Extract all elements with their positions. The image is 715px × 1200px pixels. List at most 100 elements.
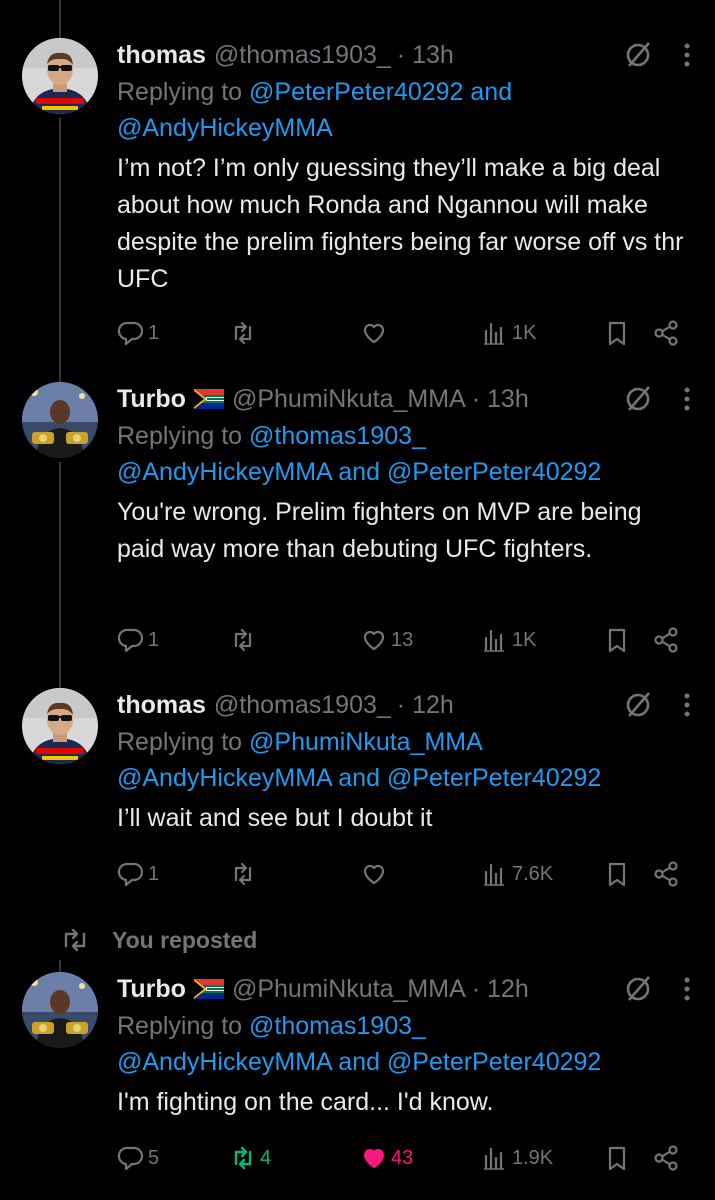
- user-handle[interactable]: @thomas1903_: [214, 688, 391, 722]
- views-icon: [484, 629, 504, 652]
- repost-context-label: You reposted: [112, 926, 258, 953]
- repost-icon: [64, 928, 86, 952]
- thread-line: [59, 960, 61, 972]
- views-icon: [484, 863, 504, 886]
- display-name[interactable]: thomas: [117, 38, 206, 72]
- bookmark-button[interactable]: [603, 1141, 631, 1175]
- reply-button[interactable]: 5: [117, 1141, 159, 1175]
- grok-icon[interactable]: [623, 40, 653, 70]
- views-button[interactable]: 1.9K: [481, 1141, 553, 1175]
- replying-to: Replying to @PhumiNkuta_MMA @AndyHickeyM…: [117, 728, 602, 792]
- bookmark-icon: [608, 862, 626, 887]
- user-handle[interactable]: @PhumiNkuta_MMA: [232, 972, 466, 1006]
- share-button[interactable]: [652, 623, 680, 657]
- tweet-text: I’m not? I’m only guessing they’ll make …: [117, 154, 684, 293]
- timestamp[interactable]: · 12h: [472, 972, 529, 1006]
- reply-icon: [117, 1146, 144, 1171]
- mention-link[interactable]: @PeterPeter40292 and: [249, 78, 512, 106]
- views-icon: [484, 322, 504, 345]
- user-handle[interactable]: @thomas1903_: [214, 38, 391, 72]
- avatar[interactable]: [22, 382, 98, 458]
- repost-context: You reposted: [60, 925, 257, 955]
- bookmark-icon: [608, 628, 626, 653]
- bookmark-button[interactable]: [603, 623, 631, 657]
- south-africa-flag-icon: [193, 979, 224, 999]
- timestamp[interactable]: · 13h: [397, 38, 454, 72]
- like-button[interactable]: 43: [360, 1141, 413, 1175]
- avatar[interactable]: [22, 972, 98, 1048]
- replying-to: Replying to @PeterPeter40292 and @AndyHi…: [117, 78, 513, 142]
- views-button[interactable]: 1K: [481, 316, 536, 350]
- thread-line: [59, 118, 61, 382]
- repost-icon: [234, 862, 252, 886]
- repost-icon: [234, 628, 252, 652]
- mention-link[interactable]: @thomas1903_: [249, 422, 426, 450]
- reply-button[interactable]: 1: [117, 623, 159, 657]
- bookmark-button[interactable]: [603, 857, 631, 891]
- user-handle[interactable]: @PhumiNkuta_MMA: [232, 382, 466, 416]
- replying-to: Replying to @thomas1903_ @AndyHickeyMMA …: [117, 1012, 602, 1076]
- views-button[interactable]: 7.6K: [481, 857, 553, 891]
- more-options-icon[interactable]: [683, 42, 691, 68]
- tweet-text: I’ll wait and see but I doubt it: [117, 804, 433, 832]
- views-button[interactable]: 1K: [481, 623, 536, 657]
- reply-icon: [117, 862, 144, 887]
- views-icon: [484, 1147, 504, 1170]
- thread-line: [59, 462, 61, 688]
- tweet-text: I'm fighting on the card... I'd know.: [117, 1088, 494, 1116]
- share-icon: [654, 627, 678, 653]
- display-name[interactable]: Turbo: [117, 972, 186, 1006]
- repost-button[interactable]: [229, 316, 260, 350]
- mention-link[interactable]: @thomas1903_: [249, 1012, 426, 1040]
- heart-icon: [363, 323, 385, 344]
- repost-button[interactable]: [229, 857, 260, 891]
- mention-link[interactable]: @AndyHickeyMMA and @PeterPeter40292: [117, 1048, 601, 1076]
- repost-icon: [234, 321, 252, 345]
- timestamp[interactable]: · 12h: [397, 688, 454, 722]
- grok-icon[interactable]: [623, 384, 653, 414]
- action-bar: 5 4 43 1.9K: [117, 1141, 691, 1175]
- heart-filled-icon: [364, 1149, 384, 1168]
- avatar[interactable]: [22, 38, 98, 114]
- mention-link[interactable]: @AndyHickeyMMA: [117, 114, 333, 142]
- mention-link[interactable]: @AndyHickeyMMA and @PeterPeter40292: [117, 458, 601, 486]
- timestamp[interactable]: · 13h: [472, 382, 529, 416]
- grok-icon[interactable]: [623, 974, 653, 1004]
- grok-icon[interactable]: [623, 690, 653, 720]
- display-name[interactable]: Turbo: [117, 382, 186, 416]
- action-bar: 1 13 1K: [117, 623, 691, 657]
- like-button[interactable]: [360, 857, 391, 891]
- like-button[interactable]: [360, 316, 391, 350]
- mention-link[interactable]: @AndyHickeyMMA and @PeterPeter40292: [117, 764, 601, 792]
- action-bar: 1 7.6K: [117, 857, 691, 891]
- south-africa-flag-icon: [193, 389, 224, 409]
- repost-button[interactable]: [229, 623, 260, 657]
- heart-icon: [363, 864, 385, 885]
- bookmark-button[interactable]: [603, 316, 631, 350]
- thread-line: [59, 0, 61, 38]
- more-options-icon[interactable]: [683, 976, 691, 1002]
- repost-icon: [234, 1146, 252, 1170]
- bookmark-icon: [608, 321, 626, 346]
- share-button[interactable]: [652, 316, 680, 350]
- display-name[interactable]: thomas: [117, 688, 206, 722]
- reply-button[interactable]: 1: [117, 316, 159, 350]
- reply-icon: [117, 321, 144, 346]
- avatar[interactable]: [22, 688, 98, 764]
- share-button[interactable]: [652, 1141, 680, 1175]
- more-options-icon[interactable]: [683, 692, 691, 718]
- replying-to: Replying to @thomas1903_ @AndyHickeyMMA …: [117, 422, 602, 486]
- bookmark-icon: [608, 1146, 626, 1171]
- share-button[interactable]: [652, 857, 680, 891]
- share-icon: [654, 861, 678, 887]
- mention-link[interactable]: @PhumiNkuta_MMA: [249, 728, 483, 756]
- reply-button[interactable]: 1: [117, 857, 159, 891]
- reply-icon: [117, 628, 144, 653]
- share-icon: [654, 1145, 678, 1171]
- tweet-text: You're wrong. Prelim fighters on MVP are…: [117, 498, 642, 563]
- repost-button[interactable]: 4: [229, 1141, 271, 1175]
- action-bar: 1 1K: [117, 316, 691, 350]
- heart-icon: [363, 630, 385, 651]
- like-button[interactable]: 13: [360, 623, 413, 657]
- more-options-icon[interactable]: [683, 386, 691, 412]
